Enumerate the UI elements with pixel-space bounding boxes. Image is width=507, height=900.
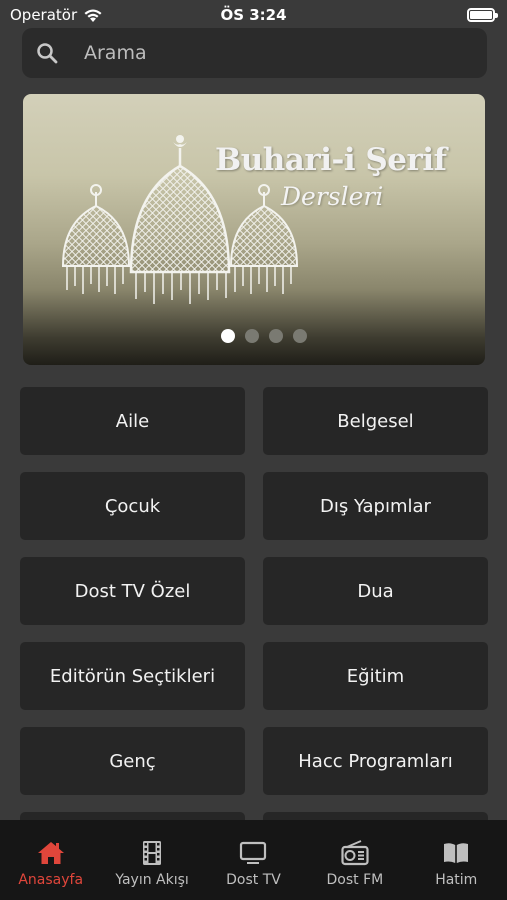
tab-label: Hatim [435,872,478,888]
book-icon [444,843,469,863]
carousel-dot[interactable] [269,329,283,343]
carousel-indicator[interactable] [23,329,485,343]
category-tile-dost-tv-ozel[interactable]: Dost TV Özel [20,557,245,625]
category-tile-cocuk[interactable]: Çocuk [20,472,245,540]
tab-dost-fm[interactable]: Dost FM [305,840,405,888]
search-icon [37,43,58,64]
carrier-label: Operatör [10,6,78,24]
carousel-dot[interactable] [245,329,259,343]
clock: ÖS 3:24 [220,6,287,24]
tv-icon [240,841,267,864]
tab-anasayfa[interactable]: Anasayfa [1,840,101,888]
carousel-dot[interactable] [293,329,307,343]
battery-icon [467,8,498,22]
category-tile-aile[interactable]: Aile [20,387,245,455]
tab-label: Yayın Akışı [115,872,189,888]
tab-label: Dost FM [326,872,384,888]
wifi-icon [84,9,102,22]
category-tile-editorun-sectikleri[interactable]: Editörün Seçtikleri [20,642,245,710]
tab-hatim[interactable]: Hatim [406,840,506,888]
mosque-illustration [61,135,299,304]
category-tile-belgesel[interactable]: Belgesel [263,387,488,455]
tab-yayin-akisi[interactable]: Yayın Akışı [102,840,202,888]
banner-subtitle: Dersleri [281,182,384,211]
carousel-dot[interactable] [221,329,235,343]
category-tile-dua[interactable]: Dua [263,557,488,625]
status-left: Operatör [10,6,103,24]
home-icon [37,842,64,864]
category-grid: Aile Belgesel Çocuk Dış Yapımlar Dost TV… [20,387,488,832]
status-bar: Operatör ÖS 3:24 [0,0,507,30]
featured-banner[interactable]: Buhari-i Şerif Dersleri [23,94,485,365]
radio-icon [341,840,369,866]
category-tile-egitim[interactable]: Eğitim [263,642,488,710]
tab-dost-tv[interactable]: Dost TV [203,840,303,888]
tab-label: Anasayfa [18,872,84,888]
search-input[interactable] [84,42,444,64]
tab-label: Dost TV [226,872,281,888]
bottom-tab-bar: Anasayfa Yayın Akışı Dost TV Dost FM Hat… [0,820,507,900]
film-icon [143,841,162,865]
category-tile-hacc-programlari[interactable]: Hacc Programları [263,727,488,795]
banner-title: Buhari-i Şerif [215,142,447,178]
category-tile-genc[interactable]: Genç [20,727,245,795]
category-tile-dis-yapimlar[interactable]: Dış Yapımlar [263,472,488,540]
search-bar[interactable] [22,28,487,78]
